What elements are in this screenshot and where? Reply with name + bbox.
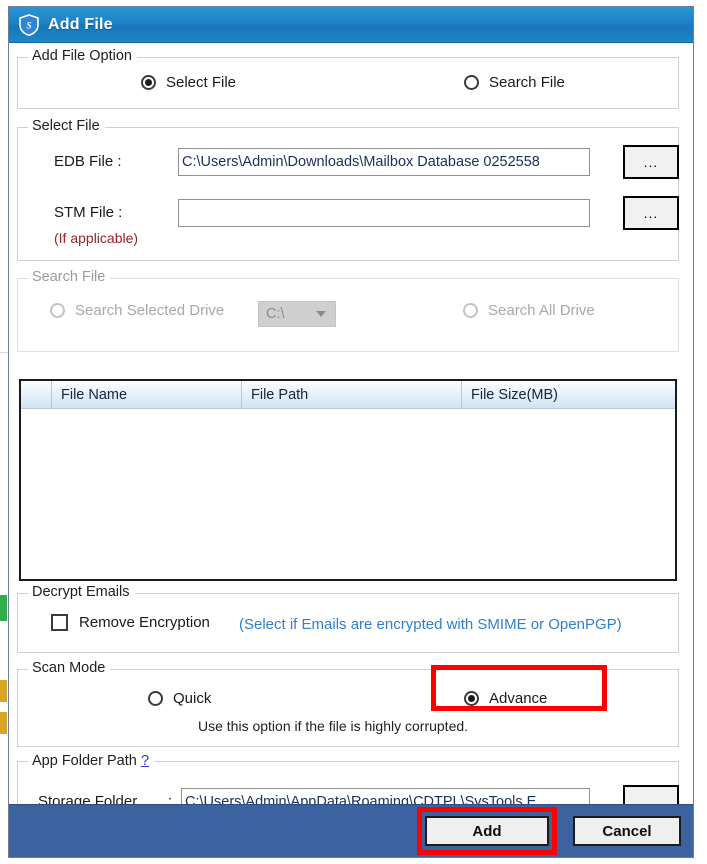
background-fragment-green: [0, 595, 7, 621]
stm-applicable-note: (If applicable): [54, 230, 139, 246]
file-list-col-file-name[interactable]: File Name: [51, 381, 241, 408]
decrypt-emails-legend: Decrypt Emails: [28, 584, 135, 600]
shield-icon: S: [19, 13, 39, 36]
scan-mode-group: Scan Mode Quick Advance Use this option …: [17, 660, 679, 747]
stm-file-input[interactable]: [178, 199, 590, 227]
file-list-col-spacer: [21, 381, 51, 408]
radio-dot-search-selected-drive: [50, 303, 65, 318]
radio-select-file[interactable]: Select File: [141, 74, 236, 91]
dialog-title: Add File: [48, 15, 113, 33]
edb-file-input[interactable]: C:\Users\Admin\Downloads\Mailbox Databas…: [178, 148, 590, 176]
background-strip: [0, 0, 8, 864]
add-file-option-legend: Add File Option: [28, 48, 137, 64]
add-file-dialog: S Add File Add File Option Select File S…: [8, 6, 694, 858]
radio-label-search-all-drive: Search All Drive: [488, 302, 595, 319]
edb-file-label: EDB File :: [54, 153, 122, 170]
dialog-footer: Add Cancel: [9, 804, 693, 857]
radio-dot-select-file: [141, 75, 156, 90]
radio-label-quick: Quick: [173, 690, 212, 707]
checkbox-box-remove-encryption: [51, 614, 68, 631]
background-fragment-orange-2: [0, 712, 7, 734]
file-list-rows: [21, 409, 675, 579]
background-line: [0, 352, 8, 353]
radio-search-all-drive[interactable]: Search All Drive: [463, 302, 595, 319]
radio-dot-search-all-drive: [463, 303, 478, 318]
app-folder-path-legend: App Folder Path ?: [28, 752, 155, 769]
scan-mode-note: Use this option if the file is highly co…: [198, 718, 469, 734]
file-list-col-file-path[interactable]: File Path: [241, 381, 461, 408]
dialog-titlebar: S Add File: [9, 7, 693, 43]
file-list-table[interactable]: File Name File Path File Size(MB): [19, 379, 677, 581]
decrypt-emails-hint: (Select if Emails are encrypted with SMI…: [239, 616, 622, 633]
app-folder-help-link[interactable]: ?: [141, 752, 149, 769]
drive-select-value: C:\: [266, 306, 285, 322]
radio-dot-quick: [148, 691, 163, 706]
search-file-group: Search File Search Selected Drive C:\ Se…: [17, 269, 679, 352]
stm-file-label: STM File :: [54, 204, 123, 221]
decrypt-emails-group: Decrypt Emails Remove Encryption (Select…: [17, 584, 679, 653]
stm-browse-button[interactable]: ...: [623, 196, 679, 230]
radio-label-search-selected-drive: Search Selected Drive: [75, 302, 225, 319]
radio-advance[interactable]: Advance: [464, 690, 547, 707]
radio-label-advance: Advance: [489, 690, 548, 707]
dialog-body: Add File Option Select File Search File …: [9, 43, 693, 837]
svg-text:S: S: [26, 20, 31, 30]
add-button[interactable]: Add: [425, 816, 549, 846]
radio-dot-advance: [464, 691, 479, 706]
edb-file-value: C:\Users\Admin\Downloads\Mailbox Databas…: [182, 154, 540, 170]
app-folder-path-legend-text: App Folder Path: [32, 753, 137, 769]
search-file-legend: Search File: [28, 269, 111, 285]
select-file-legend: Select File: [28, 118, 105, 134]
add-file-option-group: Add File Option Select File Search File: [17, 48, 679, 109]
radio-quick[interactable]: Quick: [148, 690, 211, 707]
file-list-header: File Name File Path File Size(MB): [21, 381, 675, 409]
chevron-down-icon: [316, 311, 326, 317]
file-list-col-file-size[interactable]: File Size(MB): [461, 381, 675, 408]
remove-encryption-checkbox[interactable]: Remove Encryption: [51, 614, 210, 631]
drive-select[interactable]: C:\: [258, 301, 336, 327]
edb-browse-button[interactable]: ...: [623, 145, 679, 179]
scan-mode-legend: Scan Mode: [28, 660, 111, 676]
radio-label-search-file: Search File: [489, 74, 565, 91]
radio-search-selected-drive[interactable]: Search Selected Drive: [50, 302, 224, 319]
select-file-group: Select File EDB File : C:\Users\Admin\Do…: [17, 118, 679, 261]
remove-encryption-label: Remove Encryption: [79, 614, 210, 631]
background-right: [695, 0, 707, 864]
radio-label-select-file: Select File: [166, 74, 237, 91]
radio-search-file[interactable]: Search File: [464, 74, 565, 91]
cancel-button[interactable]: Cancel: [573, 816, 681, 846]
background-fragment-orange-1: [0, 680, 7, 702]
radio-dot-search-file: [464, 75, 479, 90]
